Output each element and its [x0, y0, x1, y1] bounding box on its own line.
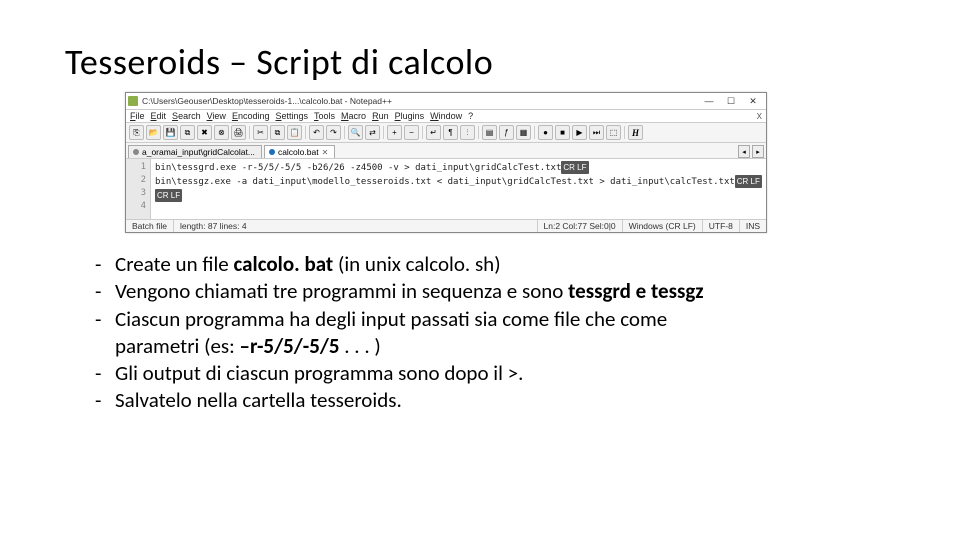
- app-icon: [128, 96, 138, 106]
- undo-icon[interactable]: ↶: [309, 125, 324, 140]
- tab-bar: a_oramai_input\gridCalcolat... calcolo.b…: [126, 143, 766, 159]
- list-item: - Salvatelo nella cartella tesseroids.: [95, 387, 905, 413]
- zoom-out-icon[interactable]: −: [404, 125, 419, 140]
- tab-status-dot-icon: [269, 149, 275, 155]
- menu-run[interactable]: Run: [372, 111, 389, 121]
- bullet-list: - Create un file calcolo. bat (in unix c…: [95, 251, 905, 414]
- menu-search[interactable]: Search: [172, 111, 201, 121]
- menu-file[interactable]: File: [130, 111, 145, 121]
- save-all-icon[interactable]: ⧉: [180, 125, 195, 140]
- menu-tools[interactable]: Tools: [314, 111, 335, 121]
- tab-status-dot-icon: [133, 149, 139, 155]
- code-editor[interactable]: 1 2 3 4 bin\tessgrd.exe -r-5/5/-5/5 -b26…: [126, 159, 766, 219]
- plugin-h-icon[interactable]: H: [628, 125, 643, 140]
- code-area[interactable]: bin\tessgrd.exe -r-5/5/-5/5 -b26/26 -z45…: [151, 159, 766, 219]
- copy-icon[interactable]: ⧉: [270, 125, 285, 140]
- menu-settings[interactable]: Settings: [275, 111, 308, 121]
- menu-view[interactable]: View: [207, 111, 226, 121]
- word-wrap-icon[interactable]: ↵: [426, 125, 441, 140]
- menu-help[interactable]: ?: [468, 111, 473, 121]
- tab-active[interactable]: calcolo.bat ✕: [264, 145, 335, 158]
- menu-plugins[interactable]: Plugins: [395, 111, 425, 121]
- list-item: - Ciascun programma ha degli input passa…: [95, 306, 905, 332]
- menu-bar: File Edit Search View Encoding Settings …: [126, 110, 766, 123]
- menu-edit[interactable]: Edit: [151, 111, 167, 121]
- doc-map-icon[interactable]: ▤: [482, 125, 497, 140]
- close-icon[interactable]: ✕: [746, 96, 760, 107]
- indent-guide-icon[interactable]: ⫶: [460, 125, 475, 140]
- tab-scroll-right-icon[interactable]: ▸: [752, 145, 764, 158]
- eol-marker-icon: CR LF: [155, 189, 182, 202]
- find-icon[interactable]: 🔍: [348, 125, 363, 140]
- tab-label: calcolo.bat: [278, 147, 319, 157]
- close-file-icon[interactable]: ✖: [197, 125, 212, 140]
- play-multi-icon[interactable]: ⏭: [589, 125, 604, 140]
- eol-marker-icon: CR LF: [735, 175, 762, 188]
- slide-title: Tesseroids – Script di calcolo: [65, 40, 905, 84]
- line-gutter: 1 2 3 4: [126, 159, 151, 219]
- status-position: Ln:2 Col:77 Sel:0|0: [538, 220, 623, 232]
- toolbar: ⎘ 📂 💾 ⧉ ✖ ⊗ 🖨 ✂ ⧉ 📋 ↶ ↷ 🔍 ⇄ + − ↵ ¶ ⫶ ▤: [126, 123, 766, 143]
- list-item: - Create un file calcolo. bat (in unix c…: [95, 251, 905, 277]
- close-all-icon[interactable]: ⊗: [214, 125, 229, 140]
- tab-scroll-left-icon[interactable]: ◂: [738, 145, 750, 158]
- stop-macro-icon[interactable]: ■: [555, 125, 570, 140]
- list-item: - Vengono chiamati tre programmi in sequ…: [95, 278, 905, 304]
- zoom-in-icon[interactable]: +: [387, 125, 402, 140]
- tab-close-icon[interactable]: ✕: [322, 148, 329, 157]
- status-bar: Batch file length: 87 lines: 4 Ln:2 Col:…: [126, 219, 766, 232]
- print-icon[interactable]: 🖨: [231, 125, 246, 140]
- menu-encoding[interactable]: Encoding: [232, 111, 270, 121]
- tab-inactive[interactable]: a_oramai_input\gridCalcolat...: [128, 145, 262, 158]
- status-eol: Windows (CR LF): [623, 220, 703, 232]
- menu-window[interactable]: Window: [430, 111, 462, 121]
- eol-marker-icon: CR LF: [561, 161, 588, 174]
- cut-icon[interactable]: ✂: [253, 125, 268, 140]
- status-encoding: UTF-8: [703, 220, 740, 232]
- new-file-icon[interactable]: ⎘: [129, 125, 144, 140]
- save-icon[interactable]: 💾: [163, 125, 178, 140]
- redo-icon[interactable]: ↷: [326, 125, 341, 140]
- list-item: - Gli output di ciascun programma sono d…: [95, 360, 905, 386]
- window-titlebar: C:\Users\Geouser\Desktop\tesseroids-1...…: [126, 93, 766, 110]
- play-macro-icon[interactable]: ▶: [572, 125, 587, 140]
- replace-icon[interactable]: ⇄: [365, 125, 380, 140]
- notepadpp-screenshot: C:\Users\Geouser\Desktop\tesseroids-1...…: [125, 92, 767, 233]
- minimize-icon[interactable]: —: [702, 96, 716, 107]
- status-filetype: Batch file: [126, 220, 174, 232]
- status-mode: INS: [740, 220, 766, 232]
- maximize-icon[interactable]: ☐: [724, 96, 738, 107]
- tab-mdi-close-icon[interactable]: X: [757, 112, 762, 121]
- open-file-icon[interactable]: 📂: [146, 125, 161, 140]
- save-macro-icon[interactable]: ⬚: [606, 125, 621, 140]
- paste-icon[interactable]: 📋: [287, 125, 302, 140]
- folder-view-icon[interactable]: ▦: [516, 125, 531, 140]
- function-list-icon[interactable]: ƒ: [499, 125, 514, 140]
- tab-label: a_oramai_input\gridCalcolat...: [142, 147, 255, 157]
- status-length: length: 87 lines: 4: [174, 220, 538, 232]
- window-title-text: C:\Users\Geouser\Desktop\tesseroids-1...…: [142, 96, 702, 106]
- menu-macro[interactable]: Macro: [341, 111, 366, 121]
- show-all-chars-icon[interactable]: ¶: [443, 125, 458, 140]
- list-item-continuation: parametri (es: –r-5/5/-5/5 . . . ): [95, 333, 905, 359]
- record-macro-icon[interactable]: ●: [538, 125, 553, 140]
